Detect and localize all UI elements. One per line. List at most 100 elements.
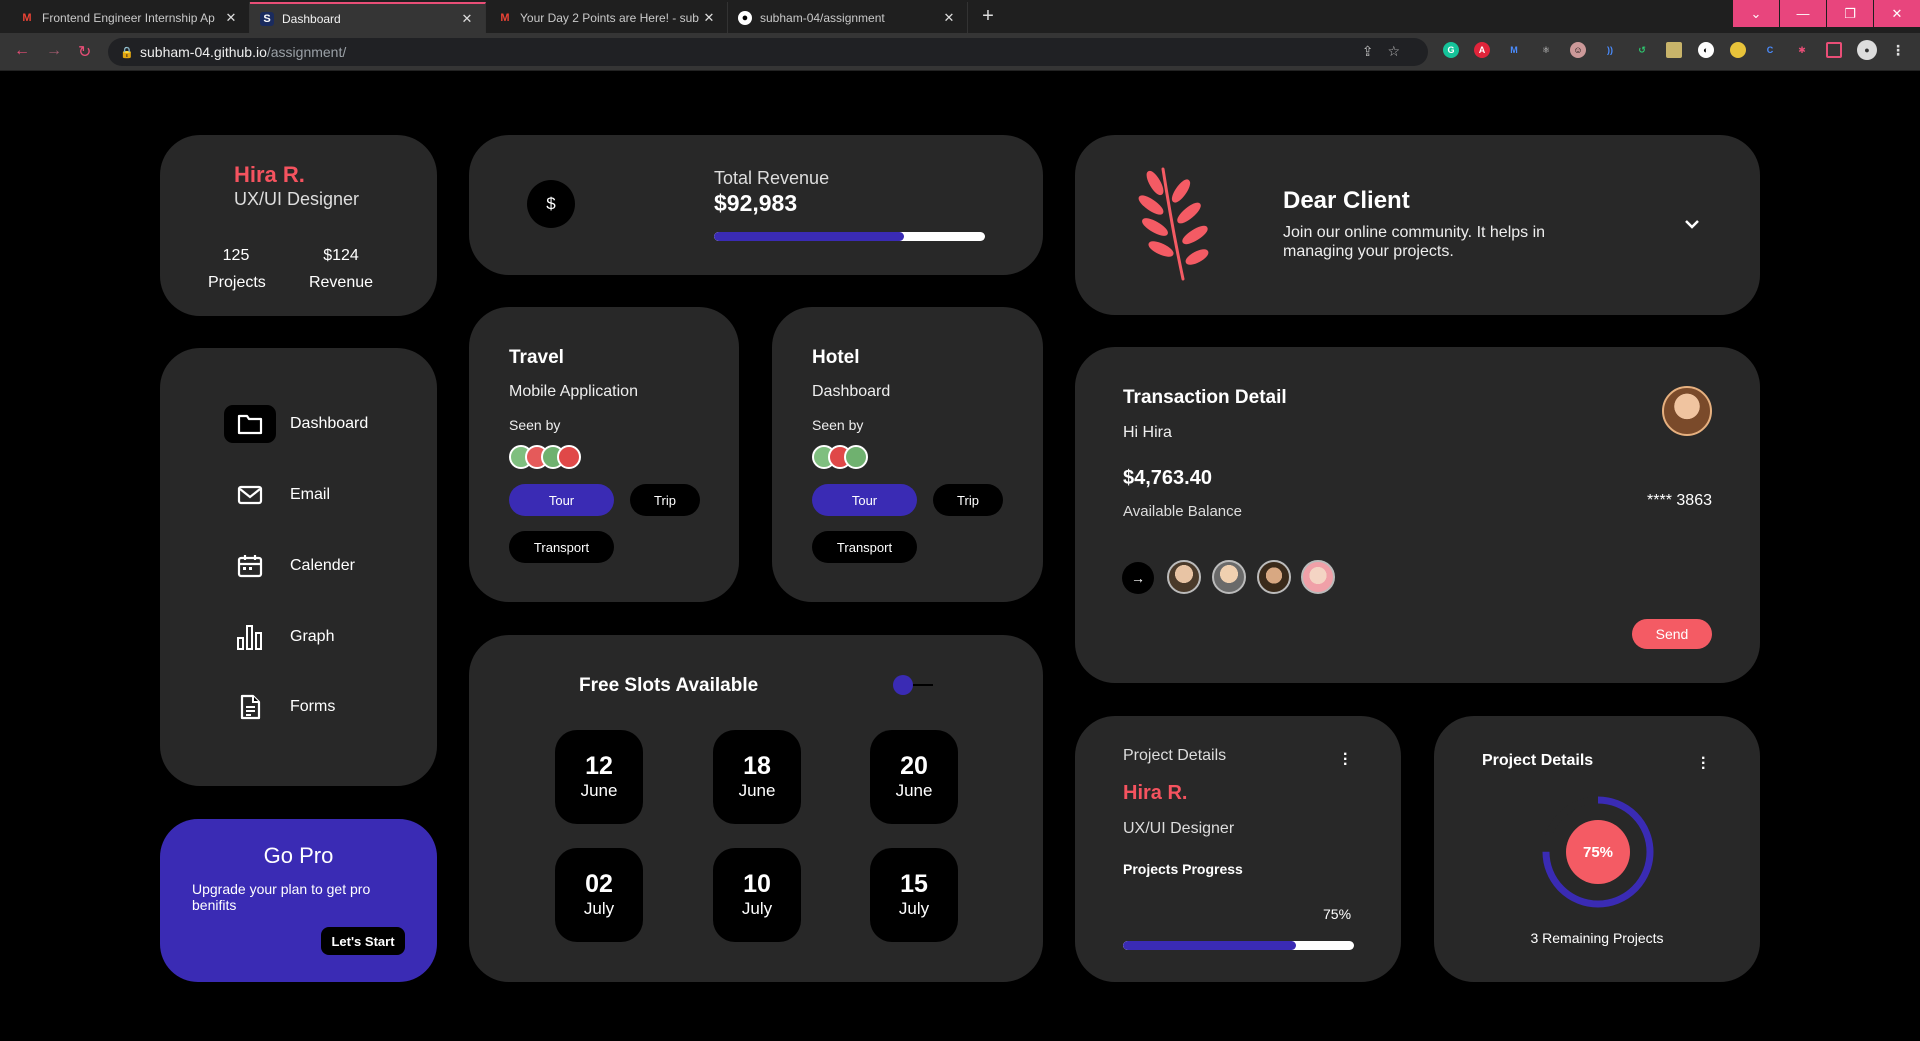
url-path: /assignment/	[266, 44, 347, 60]
restore-button[interactable]: ❐	[1827, 0, 1873, 27]
revenue-progress-bar	[714, 232, 985, 241]
tour-tag-button[interactable]: Tour	[812, 484, 917, 516]
sidebar-item-label: Dashboard	[290, 415, 369, 432]
close-icon[interactable]: ✕	[701, 10, 717, 26]
c-extension-icon[interactable]: C	[1762, 42, 1778, 58]
sidebar-item-email[interactable]: Email	[224, 476, 330, 514]
bookmark-star-icon[interactable]: ☆	[1387, 43, 1414, 59]
total-revenue-card: $ Total Revenue $92,983	[469, 135, 1043, 275]
chevron-down-icon[interactable]	[1683, 217, 1701, 231]
sidebar-item-label: Calender	[290, 557, 355, 574]
contact-avatar[interactable]	[1167, 560, 1201, 594]
close-icon[interactable]: ✕	[459, 11, 475, 27]
menu-kebab-icon[interactable]: ⋮	[1890, 42, 1906, 58]
slot-month: July	[741, 899, 773, 918]
send-button[interactable]: Send	[1632, 619, 1712, 649]
new-tab-button[interactable]: +	[976, 4, 1000, 28]
slot-tile[interactable]: 12 June	[555, 730, 643, 824]
profile-avatar-icon[interactable]: ●	[1857, 40, 1877, 60]
shield-extension-icon[interactable]	[1730, 42, 1746, 58]
sidebar-item-dashboard[interactable]: Dashboard	[224, 405, 368, 443]
seen-by-label: Seen by	[812, 417, 864, 433]
folder-icon	[224, 405, 276, 443]
avatar-extension-icon[interactable]: ☺	[1570, 42, 1586, 58]
contact-avatar[interactable]	[1212, 560, 1246, 594]
contact-avatar[interactable]	[1301, 560, 1335, 594]
dear-client-description: Join our online community. It helps in m…	[1283, 224, 1546, 260]
sidebar-item-forms[interactable]: Forms	[224, 688, 335, 726]
back-button[interactable]: ←	[14, 42, 30, 60]
revenue-progress-fill	[714, 232, 904, 241]
slots-toggle[interactable]	[893, 675, 935, 695]
react-devtools-icon[interactable]: ⚛	[1538, 42, 1554, 58]
go-pro-card: Go Pro Upgrade your plan to get pro beni…	[160, 819, 437, 982]
image-extension-icon[interactable]	[1666, 42, 1682, 58]
sidepanel-icon[interactable]	[1826, 42, 1842, 58]
close-icon[interactable]: ✕	[941, 10, 957, 26]
card-number: **** 3863	[1647, 492, 1712, 509]
hotel-title: Hotel	[812, 347, 860, 368]
total-revenue-value: $92,983	[714, 190, 798, 216]
close-icon[interactable]: ✕	[223, 10, 239, 26]
project-progress-bar	[1123, 941, 1354, 950]
available-balance-label: Available Balance	[1123, 503, 1242, 520]
slot-tile[interactable]: 15 July	[870, 848, 958, 942]
tab-gmail-points[interactable]: M Your Day 2 Points are Here! - sub ✕	[488, 2, 728, 33]
tour-tag-button[interactable]: Tour	[509, 484, 614, 516]
go-pro-title: Go Pro	[263, 843, 334, 868]
tab-title: subham-04/assignment	[760, 10, 885, 25]
viewer-avatars	[812, 445, 868, 469]
projects-label: Projects	[208, 274, 266, 291]
tab-title: Frontend Engineer Internship Ap	[42, 10, 215, 25]
reload-button[interactable]: ↻	[78, 42, 91, 62]
grammarly-icon[interactable]: G	[1443, 42, 1459, 58]
arrow-right-icon[interactable]: →	[1122, 562, 1154, 594]
url-host: subham-04.github.io	[140, 44, 267, 60]
more-options-icon[interactable]: · · ·	[1343, 747, 1348, 773]
transport-tag-button[interactable]: Transport	[812, 531, 917, 563]
hotel-card: Hotel Dashboard Seen by Tour Trip Transp…	[772, 307, 1043, 602]
hotel-subtitle: Dashboard	[812, 383, 891, 400]
slot-month: July	[583, 899, 615, 918]
sidebar-item-label: Forms	[290, 698, 336, 715]
slot-tile[interactable]: 02 July	[555, 848, 643, 942]
go-pro-text: Upgrade your plan to get pro benifits	[192, 881, 371, 913]
slot-month: July	[898, 899, 930, 918]
toggle-knob	[893, 675, 913, 695]
dollar-icon: $	[527, 180, 575, 228]
more-options-icon[interactable]: · · ·	[1701, 751, 1706, 777]
trip-tag-button[interactable]: Trip	[933, 484, 1003, 516]
sidebar-item-calender[interactable]: Calender	[224, 547, 355, 585]
slot-day: 18	[743, 752, 771, 780]
balance-amount: $4,763.40	[1123, 467, 1212, 489]
tab-search-button[interactable]: ⌄	[1733, 0, 1779, 27]
tab-github[interactable]: ● subham-04/assignment ✕	[728, 2, 968, 33]
projects-progress-label: Projects Progress	[1123, 861, 1243, 877]
lets-start-button[interactable]: Let's Start	[321, 927, 405, 955]
contact-avatar[interactable]	[1257, 560, 1291, 594]
trip-tag-button[interactable]: Trip	[630, 484, 700, 516]
adblock-icon[interactable]: A	[1474, 42, 1490, 58]
share-icon[interactable]: ⇪	[1362, 43, 1388, 59]
transport-tag-button[interactable]: Transport	[509, 531, 614, 563]
tab-gmail-internship[interactable]: M Frontend Engineer Internship Ap ✕	[10, 2, 250, 33]
sidebar-item-graph[interactable]: Graph	[224, 618, 334, 656]
close-window-button[interactable]: ✕	[1874, 0, 1920, 27]
tab-dashboard[interactable]: S Dashboard ✕	[250, 2, 486, 33]
slot-tile[interactable]: 20 June	[870, 730, 958, 824]
wave-extension-icon[interactable]: ))	[1602, 42, 1618, 58]
slot-tile[interactable]: 10 July	[713, 848, 801, 942]
remaining-projects-text: 3 Remaining Projects	[1530, 930, 1664, 946]
user-avatar[interactable]	[1662, 386, 1712, 436]
circle-extension-icon[interactable]: ◐	[1698, 42, 1714, 58]
puzzle-icon[interactable]: ✱	[1794, 42, 1810, 58]
forward-button[interactable]: →	[46, 42, 62, 60]
url-input[interactable]: 🔒 subham-04.github.io/assignment/ ⇪☆	[108, 38, 1428, 66]
slot-tile[interactable]: 18 June	[713, 730, 801, 824]
sidebar-item-label: Graph	[290, 628, 335, 645]
address-bar: ← → ↻ 🔒 subham-04.github.io/assignment/ …	[0, 33, 1920, 71]
greeting-text: Hi Hira	[1123, 424, 1172, 441]
refresh-extension-icon[interactable]: ↺	[1634, 42, 1650, 58]
mail-extension-icon[interactable]: M	[1506, 42, 1522, 58]
minimize-button[interactable]: —	[1780, 0, 1826, 27]
